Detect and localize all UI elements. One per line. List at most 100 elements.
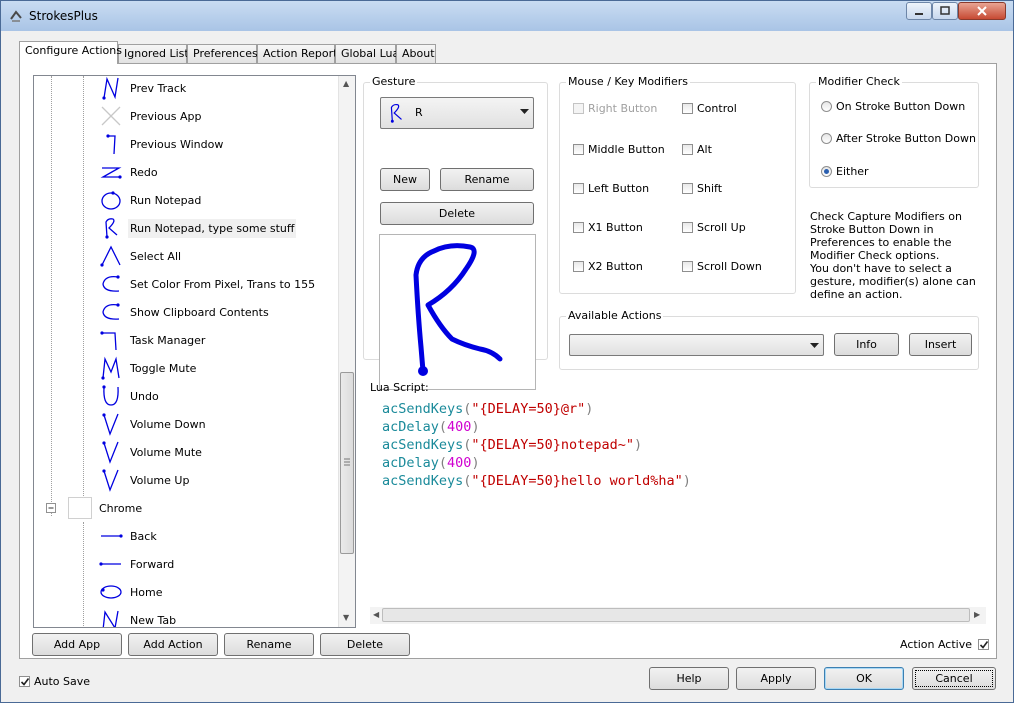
code-paren: ) — [471, 419, 480, 435]
checkbox-box — [573, 144, 584, 155]
add-action-button[interactable]: Add Action — [128, 633, 218, 656]
help-button[interactable]: Help — [649, 667, 729, 690]
tree-app-node[interactable]: Chrome — [46, 496, 144, 520]
maximize-button[interactable] — [932, 2, 958, 20]
shift-checkbox[interactable]: Shift — [682, 182, 722, 195]
new-gesture-button[interactable]: New — [380, 168, 430, 191]
ok-button[interactable]: OK — [824, 667, 904, 690]
delete-gesture-button[interactable]: Delete — [380, 202, 534, 225]
control-checkbox[interactable]: Control — [682, 102, 737, 115]
checkmark-icon — [20, 678, 30, 686]
grip-icon — [344, 458, 350, 466]
tree-line — [83, 522, 84, 627]
tab-configure-actions[interactable]: Configure Actions — [19, 41, 122, 64]
tab-preferences[interactable]: Preferences — [187, 44, 258, 63]
tree-item-label: Volume Mute — [130, 445, 202, 459]
on-stroke-button-down-radio[interactable]: On Stroke Button Down — [821, 100, 965, 113]
alt-checkbox[interactable]: Alt — [682, 143, 712, 156]
tree-item[interactable]: Undo — [99, 384, 161, 408]
scroll-right-icon[interactable]: ▶ — [974, 610, 980, 619]
chevron-down-icon — [520, 109, 529, 114]
available-actions-label: Available Actions — [566, 309, 664, 322]
lua-script-editor[interactable]: acSendKeys("{DELAY=50}@r") acDelay(400) … — [370, 399, 986, 607]
tree-item[interactable]: Show Clipboard Contents — [99, 300, 271, 324]
tree-item-label: Volume Down — [130, 417, 206, 431]
right-button-checkbox[interactable]: Right Button — [573, 102, 657, 115]
checkbox-label: Shift — [697, 182, 723, 195]
cancel-button[interactable]: Cancel — [912, 667, 996, 690]
tree-item[interactable]: Toggle Mute — [99, 356, 198, 380]
rename-button[interactable]: Rename — [224, 633, 314, 656]
checkbox-label: Action Active — [900, 638, 972, 651]
action-active-checkbox[interactable]: Action Active — [900, 638, 993, 651]
scrollbar-thumb[interactable] — [340, 372, 354, 554]
scroll-up-checkbox[interactable]: Scroll Up — [682, 221, 746, 234]
delete-button[interactable]: Delete — [320, 633, 410, 656]
tree-item-label: Prev Track — [130, 81, 187, 95]
left-button-checkbox[interactable]: Left Button — [573, 182, 649, 195]
code-function: acDelay — [382, 455, 439, 471]
scroll-down-checkbox[interactable]: Scroll Down — [682, 260, 762, 273]
x2-button-checkbox[interactable]: X2 Button — [573, 260, 643, 273]
v-gesture-icon — [102, 441, 119, 464]
close-button[interactable] — [958, 2, 1006, 20]
code-number: 400 — [447, 419, 472, 435]
apply-button[interactable]: Apply — [736, 667, 816, 690]
scrollbar-thumb[interactable] — [382, 608, 970, 622]
tree-item[interactable]: Home — [99, 580, 164, 604]
code-function: acSendKeys — [382, 401, 464, 417]
r-gesture-icon — [105, 218, 118, 239]
tree-item[interactable]: Select All — [99, 244, 183, 268]
tree-item[interactable]: Forward — [99, 552, 176, 576]
tree-item[interactable]: Volume Down — [99, 412, 208, 436]
scroll-down-icon[interactable]: ▼ — [343, 613, 349, 622]
scroll-up-icon[interactable]: ▲ — [343, 79, 349, 88]
tab-ignored-list[interactable]: Ignored List — [118, 44, 189, 63]
insert-button[interactable]: Insert — [909, 333, 972, 356]
tab-about[interactable]: About — [396, 44, 436, 63]
tree-item[interactable]: Back — [99, 524, 159, 548]
code-number: 400 — [447, 455, 472, 471]
add-app-button[interactable]: Add App — [32, 633, 122, 656]
tree-item[interactable]: Set Color From Pixel, Trans to 155 — [99, 272, 317, 296]
gesture-select[interactable]: R — [380, 97, 534, 129]
auto-save-checkbox[interactable]: Auto Save — [19, 675, 90, 688]
tree-item[interactable]: Prev Track — [99, 76, 188, 100]
t-gesture-icon — [100, 331, 117, 351]
tab-global-lua[interactable]: Global Lua — [335, 44, 399, 63]
after-stroke-button-down-radio[interactable]: After Stroke Button Down — [821, 132, 976, 145]
code-paren: ) — [633, 437, 643, 453]
tree-item[interactable]: Volume Up — [99, 468, 191, 492]
checkbox-label: Scroll Up — [697, 221, 746, 234]
minimize-button[interactable] — [906, 2, 932, 20]
tree-item[interactable]: Previous Window — [99, 132, 225, 156]
maximize-icon — [940, 6, 950, 15]
lua-horizontal-scrollbar[interactable]: ◀ ▶ — [370, 607, 986, 624]
x1-button-checkbox[interactable]: X1 Button — [573, 221, 643, 234]
info-button[interactable]: Info — [834, 333, 899, 356]
hook-gesture-icon — [106, 134, 116, 155]
radio-circle — [821, 101, 832, 112]
title-bar[interactable]: StrokesPlus — [1, 1, 1013, 31]
circle-gesture-icon — [101, 191, 121, 210]
available-actions-select[interactable] — [569, 334, 824, 356]
scroll-left-icon[interactable]: ◀ — [373, 610, 379, 619]
collapse-icon[interactable] — [46, 502, 57, 514]
v-gesture-icon — [102, 469, 119, 492]
tab-action-report[interactable]: Action Report — [257, 44, 337, 63]
checkbox-box — [682, 183, 693, 194]
tree-item[interactable]: Redo — [99, 160, 160, 184]
action-tree[interactable]: Prev Track Previous App Previous Window … — [33, 75, 356, 628]
tree-item[interactable]: Volume Mute — [99, 440, 204, 464]
tree-item[interactable]: Task Manager — [99, 328, 207, 352]
tree-item[interactable]: Previous App — [99, 104, 203, 128]
tree-item[interactable]: Run Notepad — [99, 188, 203, 212]
rename-gesture-button[interactable]: Rename — [440, 168, 534, 191]
tree-item[interactable]: New Tab — [99, 608, 178, 627]
either-radio[interactable]: Either — [821, 165, 869, 178]
tree-item[interactable]: Run Notepad, type some stuff — [99, 216, 297, 240]
x-gesture-icon — [101, 106, 121, 126]
middle-button-checkbox[interactable]: Middle Button — [573, 143, 665, 156]
tree-vertical-scrollbar[interactable]: ▲ ▼ — [338, 76, 355, 627]
checkbox-label: Middle Button — [588, 143, 665, 156]
